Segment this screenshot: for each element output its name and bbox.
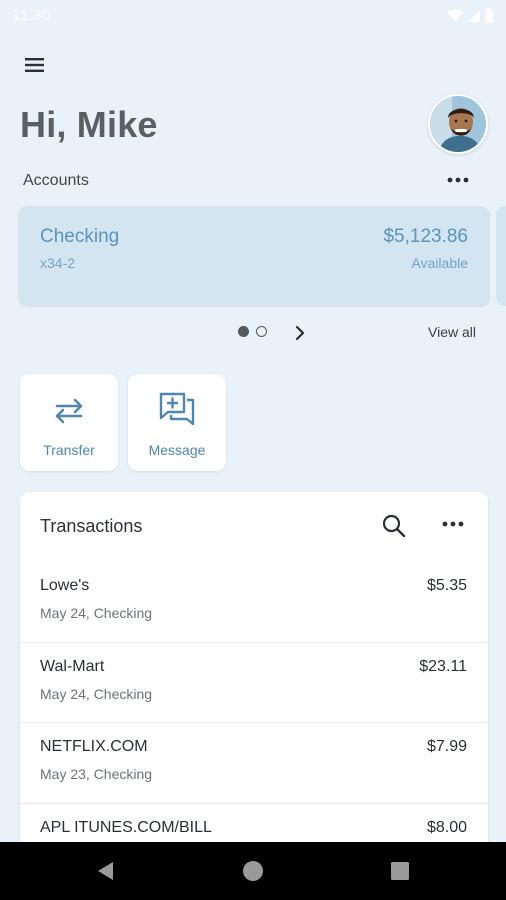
transaction-amount: $8.00	[426, 818, 467, 836]
avatar[interactable]	[428, 94, 488, 154]
battery-icon	[485, 8, 494, 23]
transaction-merchant: APL ITUNES.COM/BILL	[40, 818, 212, 836]
more-horizontal-icon	[447, 177, 469, 183]
transaction-merchant: NETFLIX.COM	[40, 738, 148, 755]
pager-next-button[interactable]	[290, 322, 310, 344]
status-time: 11:30	[12, 7, 51, 24]
transaction-meta: May 24, Checking	[40, 605, 153, 621]
account-number: x34-2	[40, 255, 76, 271]
recents-square-icon	[391, 862, 409, 880]
user-photo-icon	[430, 96, 486, 152]
accounts-more-button[interactable]	[445, 170, 471, 190]
transfer-arrows-icon	[55, 398, 83, 424]
status-bar: 11:30	[0, 0, 506, 32]
transaction-meta: May 24, Checking	[40, 685, 153, 702]
hamburger-menu-icon	[25, 58, 44, 72]
transaction-row[interactable]: NETFLIX.COM May 23, Checking $7.99	[20, 723, 488, 804]
transaction-merchant: Lowe's	[40, 577, 90, 594]
home-circle-icon	[243, 861, 263, 881]
menu-button[interactable]	[22, 52, 48, 78]
transactions-title: Transactions	[40, 516, 143, 536]
accounts-label: Accounts	[23, 172, 89, 189]
back-triangle-icon	[98, 862, 113, 880]
wifi-icon	[447, 9, 463, 22]
view-all-link[interactable]: View all	[428, 324, 476, 340]
account-balance: $5,123.86	[383, 226, 468, 247]
transaction-meta: May 23, Checking	[40, 766, 153, 782]
nav-home-button[interactable]	[241, 859, 265, 883]
transaction-merchant: Wal-Mart	[40, 657, 105, 675]
nav-back-button[interactable]	[94, 859, 118, 883]
pager-dot[interactable]	[256, 326, 267, 337]
chevron-right-icon	[295, 325, 305, 341]
transaction-amount: $23.11	[419, 657, 467, 675]
transaction-amount: $5.35	[426, 577, 467, 594]
greeting-title: Hi, Mike	[20, 104, 158, 145]
transaction-row[interactable]: Lowe's May 24, Checking $5.35	[20, 562, 488, 643]
status-icons	[447, 8, 494, 23]
message-button[interactable]: Message	[128, 374, 226, 471]
transfer-label: Transfer	[43, 442, 95, 458]
transactions-more-button[interactable]	[440, 514, 466, 534]
transactions-search-button[interactable]	[380, 512, 408, 540]
transaction-amount: $7.99	[426, 738, 467, 755]
account-card-checking[interactable]: Checking x34-2 $5,123.86 Available	[18, 206, 490, 306]
account-balance-label: Available	[411, 255, 468, 271]
transactions-list: Lowe's May 24, Checking $5.35 Wal-Mart M…	[20, 562, 488, 852]
account-name: Checking	[40, 226, 120, 247]
transfer-button[interactable]: Transfer	[20, 374, 118, 471]
transaction-row[interactable]: Wal-Mart May 24, Checking $23.11	[20, 643, 488, 723]
transactions-panel: Transactions Lowe's May 24, Checking $5.…	[20, 492, 488, 852]
more-horizontal-icon	[442, 521, 464, 527]
next-account-card[interactable]	[496, 206, 506, 306]
message-label: Message	[148, 442, 206, 458]
pager-dot-active[interactable]	[238, 326, 249, 337]
search-icon	[382, 514, 406, 538]
cell-signal-icon	[468, 9, 480, 22]
account-pager	[238, 326, 267, 337]
message-plus-icon	[159, 392, 195, 426]
system-nav-bar	[0, 842, 506, 900]
nav-recents-button[interactable]	[388, 859, 412, 883]
